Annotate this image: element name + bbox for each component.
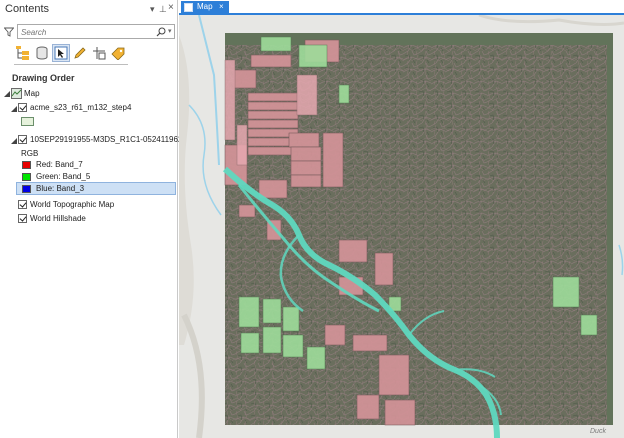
list-by-snapping-button[interactable] — [90, 44, 108, 62]
red-band-label[interactable]: Red: Band_7 — [36, 159, 83, 171]
blue-band-swatch[interactable] — [22, 185, 31, 193]
pane-options-icon[interactable]: ▾ — [150, 4, 155, 14]
green-band-label[interactable]: Green: Band_5 — [36, 171, 90, 183]
layer-visibility-checkbox[interactable] — [18, 103, 27, 112]
collapse-arrow-icon[interactable] — [4, 91, 10, 97]
pane-title: Contents — [5, 3, 50, 15]
list-by-selection-button[interactable] — [52, 44, 70, 62]
contents-pane: Contents ▾ ⊥ × ▾ — [0, 0, 209, 438]
section-title: Drawing Order — [12, 73, 75, 83]
close-icon[interactable]: × — [168, 3, 174, 13]
contents-header: Contents ▾ ⊥ × — [0, 0, 178, 19]
layer-name[interactable]: acme_s23_r61_m132_step4 — [30, 102, 131, 114]
search-dropdown-icon[interactable]: ▾ — [168, 27, 172, 35]
green-band-swatch[interactable] — [22, 173, 31, 181]
tab-label: Map — [197, 2, 213, 11]
layer-visibility-checkbox[interactable] — [18, 200, 27, 209]
collapse-arrow-icon[interactable] — [11, 106, 17, 112]
map-tab-bar: Map × — [179, 0, 624, 15]
search-box[interactable]: ▾ — [17, 24, 175, 39]
map-view[interactable]: Duck — [179, 15, 624, 438]
pencil-icon — [74, 47, 86, 59]
layer-visibility-checkbox[interactable] — [18, 214, 27, 223]
blue-band-label[interactable]: Blue: Band_3 — [36, 183, 84, 195]
list-by-labeling-button[interactable] — [109, 44, 127, 62]
map-icon — [11, 88, 22, 99]
layer-name[interactable]: World Topographic Map — [30, 199, 114, 211]
pin-icon[interactable]: ⊥ — [159, 4, 167, 14]
layer-name[interactable]: World Hillshade — [30, 213, 86, 225]
map-place-label: Duck — [590, 428, 606, 435]
search-input[interactable] — [21, 26, 151, 38]
filter-icon[interactable] — [4, 27, 14, 37]
list-by-source-button[interactable] — [33, 44, 51, 62]
toolbar-divider — [14, 64, 128, 65]
list-by-editing-button[interactable] — [71, 44, 89, 62]
snapping-icon — [93, 47, 106, 60]
map-node-label[interactable]: Map — [24, 88, 40, 100]
collapse-arrow-icon[interactable] — [11, 138, 17, 144]
close-icon[interactable]: × — [219, 2, 224, 11]
tab-map[interactable]: Map × — [181, 1, 229, 14]
search-icon[interactable] — [156, 27, 166, 37]
labeling-icon — [111, 47, 125, 60]
selection-icon — [54, 46, 68, 60]
map-canvas[interactable] — [179, 15, 624, 438]
red-band-swatch[interactable] — [22, 161, 31, 169]
drawing-order-icon — [16, 46, 29, 60]
database-icon — [36, 46, 48, 60]
layer-visibility-checkbox[interactable] — [18, 135, 27, 144]
polygon-symbol-swatch — [21, 117, 34, 126]
map-icon — [184, 3, 193, 12]
list-by-drawing-order-button[interactable] — [14, 44, 32, 62]
